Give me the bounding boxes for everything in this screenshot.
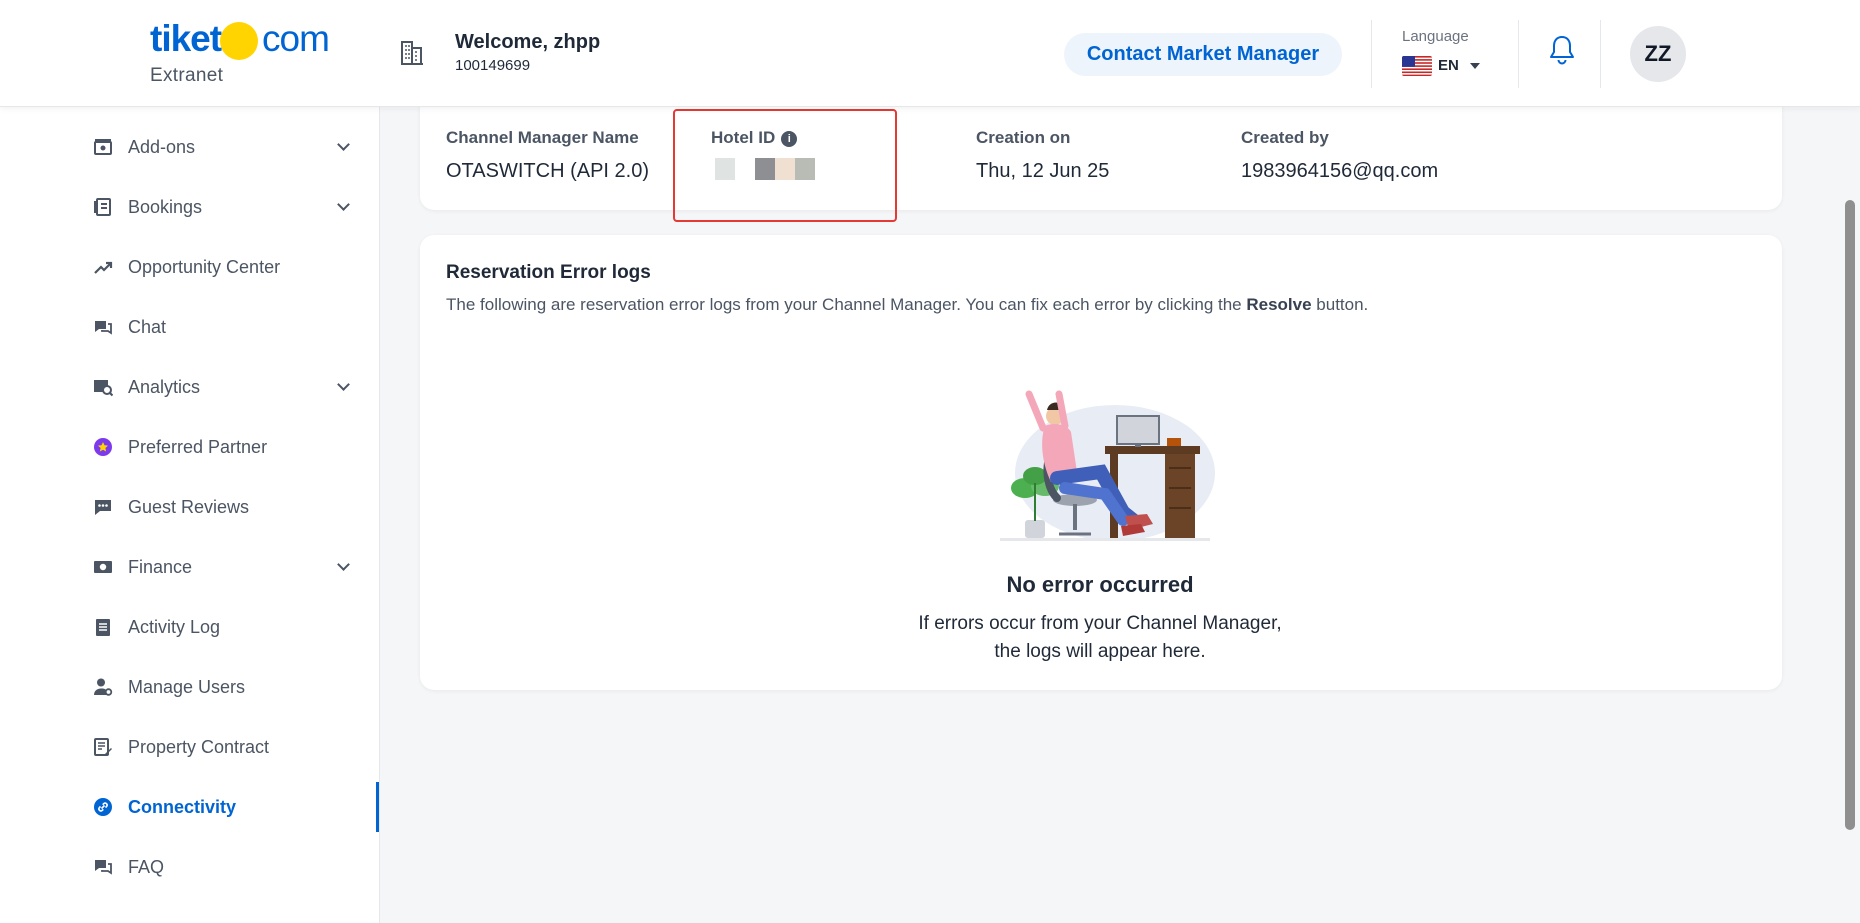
sidebar-item-manage-users[interactable]: Manage Users: [0, 662, 380, 712]
logs-description-suffix: button.: [1311, 295, 1369, 314]
addons-icon: [94, 139, 112, 155]
empty-state-line-1: If errors occur from your Channel Manage…: [918, 613, 1282, 634]
created-by-label: Created by: [1241, 128, 1329, 147]
creation-field: Creation on Thu, 12 Jun 25: [976, 128, 1109, 183]
sidebar-item-finance[interactable]: Finance: [0, 542, 380, 592]
header-divider: [1600, 20, 1601, 88]
sidebar-item-label: Preferred Partner: [128, 436, 268, 457]
sidebar-item-label: FAQ: [128, 856, 165, 877]
logo-com-text: com: [262, 18, 330, 59]
empty-state-subtitle: If errors occur from your Channel Manage…: [760, 610, 1440, 666]
sidebar-item-faq[interactable]: FAQ: [0, 842, 380, 892]
relaxing-person-illustration: [1000, 390, 1215, 541]
sidebar: Add-ons Bookings Opportunity Center Chat…: [0, 107, 380, 923]
sidebar-item-bookings[interactable]: Bookings: [0, 182, 380, 232]
user-gear-icon: [94, 678, 113, 696]
creation-label: Creation on: [976, 128, 1071, 147]
channel-manager-name-value: OTASWITCH (API 2.0): [446, 160, 649, 182]
sidebar-item-preferred-partner[interactable]: Preferred Partner: [0, 422, 380, 472]
sidebar-item-label: Activity Log: [128, 616, 221, 637]
active-nav-indicator: [376, 782, 379, 832]
review-icon: [95, 500, 111, 515]
sidebar-item-label: Bookings: [128, 196, 203, 217]
sidebar-item-property-contract[interactable]: Property Contract: [0, 722, 380, 772]
channel-manager-name-field: Channel Manager Name OTASWITCH (API 2.0): [446, 128, 649, 183]
clipboard-icon: [96, 619, 110, 636]
sidebar-item-connectivity[interactable]: Connectivity: [0, 782, 380, 832]
analytics-icon: [94, 380, 113, 397]
created-by-value: 1983964156@qq.com: [1241, 160, 1439, 182]
sidebar-item-label: Finance: [128, 556, 193, 577]
logs-description-text: The following are reservation error logs…: [446, 295, 1247, 314]
badge-icon: [94, 438, 112, 456]
sidebar-item-label: Chat: [128, 316, 167, 337]
building-icon: [401, 41, 423, 65]
sidebar-item-label: Opportunity Center: [128, 256, 281, 277]
empty-state-title: No error occurred: [1006, 572, 1194, 597]
logo-tiket-text: tiket: [150, 18, 222, 59]
sidebar-item-label: Connectivity: [128, 796, 237, 817]
sidebar-item-label: Property Contract: [128, 736, 270, 757]
top-header: tiket com Extranet Welcome, zhpp 1001496…: [0, 0, 1860, 107]
sidebar-item-label: Analytics: [128, 376, 201, 397]
language-code: EN: [1438, 57, 1459, 74]
chevron-down-icon: [337, 138, 350, 151]
user-avatar[interactable]: ZZ: [1630, 26, 1686, 82]
empty-state-line-2: the logs will appear here.: [994, 641, 1206, 662]
creation-value: Thu, 12 Jun 25: [976, 160, 1110, 182]
sidebar-item-label: Guest Reviews: [128, 496, 250, 517]
header-hotel-code: 100149699: [455, 57, 531, 74]
logo-dot: [220, 22, 258, 60]
contract-icon: [94, 738, 112, 756]
sidebar-item-guest-reviews[interactable]: Guest Reviews: [0, 482, 380, 532]
trending-up-icon: [94, 261, 113, 274]
logo-subtitle: Extranet: [150, 65, 224, 86]
header-divider: [1518, 20, 1519, 88]
welcome-text: Welcome, zhpp: [455, 31, 601, 53]
money-icon: [94, 561, 112, 573]
chevron-down-icon: [337, 198, 350, 211]
resolve-keyword: Resolve: [1246, 295, 1312, 314]
caret-down-icon: [1470, 63, 1480, 69]
sidebar-item-label: Manage Users: [128, 676, 246, 697]
logs-description: The following are reservation error logs…: [446, 295, 1368, 315]
chevron-down-icon: [337, 558, 350, 571]
faq-icon: [95, 860, 112, 875]
header-divider: [1371, 20, 1372, 88]
logs-title: Reservation Error logs: [446, 262, 651, 283]
page-scrollbar-thumb[interactable]: [1845, 200, 1855, 830]
sidebar-item-addons[interactable]: Add-ons: [0, 122, 380, 172]
hotel-id-highlight-box: [673, 109, 897, 222]
sidebar-item-analytics[interactable]: Analytics: [0, 362, 380, 412]
link-icon: [94, 798, 112, 816]
sidebar-item-opportunity-center[interactable]: Opportunity Center: [0, 242, 380, 292]
sidebar-item-label: Add-ons: [128, 136, 196, 157]
chat-icon: [95, 321, 112, 335]
bell-icon[interactable]: [1548, 34, 1576, 66]
sidebar-item-activity-log[interactable]: Activity Log: [0, 602, 380, 652]
contact-market-manager-button[interactable]: Contact Market Manager: [1064, 33, 1342, 76]
bookings-icon: [94, 198, 111, 216]
created-by-field: Created by 1983964156@qq.com: [1241, 128, 1438, 183]
language-label: Language: [1402, 28, 1469, 45]
channel-manager-name-label: Channel Manager Name: [446, 128, 639, 147]
sidebar-item-chat[interactable]: Chat: [0, 302, 380, 352]
chevron-down-icon: [337, 378, 350, 391]
us-flag-icon: [1402, 56, 1432, 76]
